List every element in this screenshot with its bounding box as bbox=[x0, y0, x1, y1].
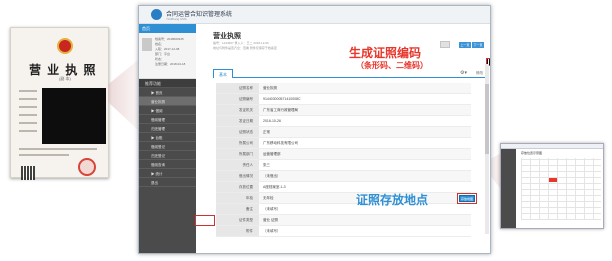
field-value: （未借出） bbox=[263, 174, 281, 178]
tab-basic[interactable]: 基本 bbox=[213, 69, 233, 78]
qr-code-icon bbox=[21, 166, 35, 180]
field-label: 附件 bbox=[216, 226, 259, 236]
field-label: 存放位置 bbox=[216, 182, 259, 192]
gear-icon[interactable]: ⚙▾ bbox=[460, 70, 467, 76]
location-marker-icon bbox=[549, 178, 557, 182]
user-info-panel: 档案号：2018000345 姓名： 入职：2017-12-08 部门：平台 状… bbox=[139, 33, 196, 79]
table-row: 证照编号 914403000571410008C bbox=[216, 94, 471, 105]
app-window: 合同运营合知识管理系统 YiziZhang KMS 首页 档案号：2018000… bbox=[138, 5, 491, 254]
table-row: 附件 （未填写） bbox=[216, 226, 471, 237]
main-content: 营业执照 编号：1234567 录入人：王二 2018-12-06 地址与附件是… bbox=[195, 24, 490, 253]
field-value: 2016-10-26 bbox=[263, 119, 281, 123]
user-info-line: 档案号：2018000345 bbox=[155, 37, 184, 41]
edit-link[interactable]: 修改 bbox=[476, 71, 483, 76]
thumbnail-sidebar bbox=[501, 149, 516, 228]
field-value: 营业 证照 bbox=[263, 218, 278, 222]
table-row: 责任人 张三 bbox=[216, 160, 471, 171]
field-label: 证件类型 bbox=[216, 215, 259, 225]
avatar bbox=[142, 38, 152, 51]
cabinet-grid bbox=[521, 158, 601, 220]
table-row: 所属公司 广东移动科技有限公司 bbox=[216, 138, 471, 149]
connector-left bbox=[108, 60, 138, 130]
page-meta: 编号：1234567 录入人：王二 2018-12-06 bbox=[213, 41, 269, 45]
sidebar-item-logout[interactable]: 退出 bbox=[139, 178, 196, 187]
scrollbar-thumb[interactable] bbox=[485, 84, 489, 154]
user-info-line: 部门：平台 bbox=[155, 52, 171, 56]
storage-map-thumbnail: 存放位置示意图 bbox=[500, 143, 604, 229]
prev-page-button[interactable]: 上一页 bbox=[459, 42, 471, 48]
field-value: 营业执照 bbox=[263, 86, 277, 90]
sidebar-item[interactable]: ▶ 首页 bbox=[139, 88, 196, 97]
table-row: 证照名称 营业执照 bbox=[216, 83, 471, 94]
field-label: 证照名称 bbox=[216, 83, 259, 93]
field-label: 年检 bbox=[216, 193, 259, 203]
scrollbar[interactable] bbox=[485, 64, 489, 234]
field-label: 所属部门 bbox=[216, 149, 259, 159]
sidebar-item[interactable]: 借阅登记 bbox=[139, 142, 196, 151]
field-value: 914403000571410008C bbox=[263, 97, 301, 101]
field-label: 备注 bbox=[216, 204, 259, 214]
sidebar-item[interactable]: 借阅管理 bbox=[139, 115, 196, 124]
field-label: 借出情况 bbox=[216, 171, 259, 181]
field-label: 证照状态 bbox=[216, 127, 259, 137]
thumbnail-title: 存放位置示意图 bbox=[521, 151, 543, 155]
storage-map-highlight bbox=[457, 193, 477, 204]
field-value: （未填写） bbox=[263, 229, 281, 233]
field-value: 广东省工商行政管理局 bbox=[263, 108, 298, 112]
field-value: 正常 bbox=[263, 130, 270, 134]
pager: 上一页 下一页 bbox=[459, 42, 484, 48]
field-value: 广东移动科技有限公司 bbox=[263, 141, 298, 145]
field-label: 发证机关 bbox=[216, 105, 259, 115]
field-label: 证照编号 bbox=[216, 94, 259, 104]
redacted-info-block bbox=[42, 88, 106, 144]
app-subtitle: YiziZhang KMS bbox=[166, 17, 187, 21]
table-row: 证件类型 营业 证照 bbox=[216, 215, 471, 226]
app-logo-icon bbox=[151, 9, 162, 20]
table-row: 发证机关 广东省工商行政管理局 bbox=[216, 105, 471, 116]
sidebar-item-license[interactable]: 营业执照 bbox=[139, 97, 196, 106]
location-annotation: 证照存放地点 bbox=[356, 193, 429, 207]
table-row: 备注 （未填写） bbox=[216, 204, 471, 215]
next-page-button[interactable]: 下一页 bbox=[472, 42, 484, 48]
user-info-line: 注册日期：2018-02-18 bbox=[155, 62, 186, 66]
page-meta-note: 地址与附件是否齐全：查看 附件仅保存于档案室 bbox=[213, 46, 277, 50]
table-row: 证照状态 正常 bbox=[216, 127, 471, 138]
sidebar-item[interactable]: 归还登记 bbox=[139, 151, 196, 160]
app-header: 合同运营合知识管理系统 YiziZhang KMS bbox=[139, 6, 490, 24]
user-info-line: 状态： bbox=[155, 57, 165, 61]
user-info-line: 姓名： bbox=[155, 42, 165, 46]
sidebar-item[interactable]: ▶ 台账 bbox=[139, 133, 196, 142]
table-row: 所属部门 运营管理部 bbox=[216, 149, 471, 160]
detail-table: 证照名称 营业执照 证照编号 914403000571410008C 发证机关 广东省… bbox=[216, 83, 471, 237]
sidebar-menu-title[interactable]: 推荐功能 bbox=[139, 79, 196, 88]
field-value: 运营管理部 bbox=[263, 152, 281, 156]
table-row: 存放位置 A座档案室-1-3 bbox=[216, 182, 471, 193]
table-row: 年检 无年检 bbox=[216, 193, 471, 204]
table-row: 借出情况 （未借出） bbox=[216, 171, 471, 182]
official-seal-icon bbox=[78, 158, 96, 176]
sidebar-home[interactable]: 首页 bbox=[139, 24, 196, 33]
sidebar-item[interactable]: ▶ 借阅 bbox=[139, 106, 196, 115]
highlight-box bbox=[195, 215, 215, 226]
print-icon[interactable] bbox=[440, 41, 450, 48]
sidebar: 首页 档案号：2018000345 姓名： 入职：2017-12-08 部门：平… bbox=[139, 24, 196, 253]
field-value: 张三 bbox=[263, 163, 270, 167]
barcode-annotation: 生成证照编码 bbox=[349, 46, 422, 60]
user-info-line: 入职：2017-12-08 bbox=[155, 47, 180, 51]
sidebar-item[interactable]: 归还管理 bbox=[139, 124, 196, 133]
thumbnail-header bbox=[501, 144, 603, 149]
page-title: 营业执照 bbox=[213, 33, 241, 40]
sidebar-item[interactable]: ▶ 统计 bbox=[139, 169, 196, 178]
license-subtitle: (副 本) bbox=[59, 76, 71, 81]
barcode-annotation-sub: （条形码、二维码） bbox=[356, 61, 428, 70]
national-emblem-icon bbox=[57, 38, 73, 54]
sidebar-item[interactable]: 借阅查询 bbox=[139, 160, 196, 169]
business-license-photo: 营 业 执 照 (副 本) bbox=[10, 27, 109, 180]
table-row: 发证日期 2016-10-26 bbox=[216, 116, 471, 127]
field-label: 发证日期 bbox=[216, 116, 259, 126]
tab-bar: 基本 ⚙▾ 修改 bbox=[213, 69, 485, 78]
field-label: 责任人 bbox=[216, 160, 259, 170]
field-label: 所属公司 bbox=[216, 138, 259, 148]
